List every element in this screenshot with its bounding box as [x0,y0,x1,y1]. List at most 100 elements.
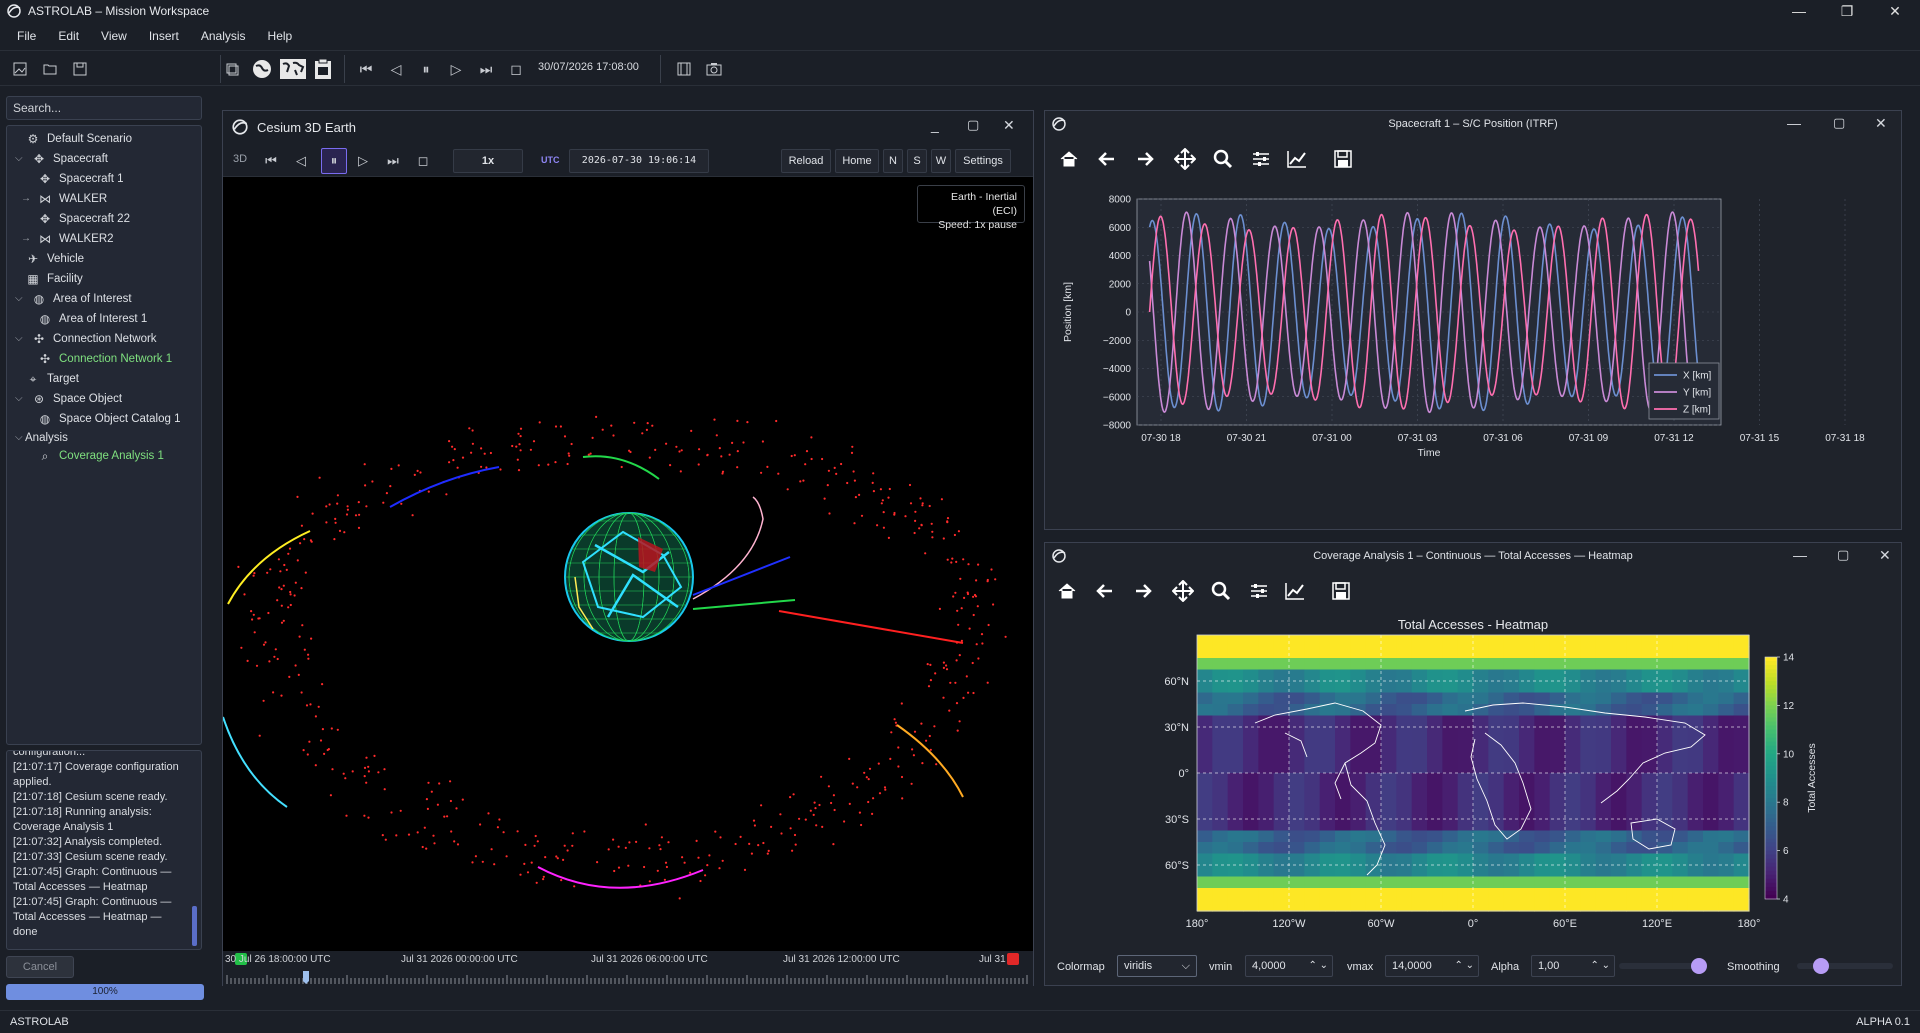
chevron-right-icon[interactable]: → [21,229,31,249]
minimize-icon[interactable]: — [1793,547,1807,563]
pause-icon[interactable]: ⏸ [321,148,347,174]
tree-item-area-of-interest[interactable]: ⌵ ◍ Area of Interest [15,289,132,309]
tree-item-area-of-interest-1[interactable]: ◍ Area of Interest 1 [37,309,147,329]
log-scrollbar[interactable] [192,906,197,946]
close-button[interactable]: ✕ [1872,0,1918,22]
step-back-icon[interactable]: ◁ [291,151,311,171]
stop-icon[interactable]: ◻ [506,59,526,79]
menu-analysis[interactable]: Analysis [190,22,257,50]
reload-button[interactable]: Reload [781,149,831,173]
pause-icon[interactable]: ⏸ [416,59,436,79]
film-icon[interactable] [674,59,694,79]
chevron-down-icon[interactable]: ⌵ [15,389,23,409]
mode-3d-label[interactable]: 3D [233,153,247,165]
layers-icon[interactable] [222,59,242,79]
step-back-icon[interactable]: ◁ [386,59,406,79]
chevron-down-icon[interactable]: ⌵ [15,329,23,349]
tree-item-facility[interactable]: ▦ Facility [25,269,82,289]
line-chart-icon[interactable] [1283,579,1307,603]
chevron-down-icon[interactable]: ⌵ [15,428,23,448]
zoom-icon[interactable] [1209,579,1233,603]
new-image-icon[interactable] [10,59,30,79]
maximize-icon[interactable]: ▢ [1837,547,1849,563]
maximize-icon[interactable]: ▢ [967,117,979,133]
datetime-field[interactable]: 2026-07-30 19:06:14 [569,149,709,173]
tree-item-default-scenario[interactable]: ⚙ Default Scenario [25,129,132,149]
search-input[interactable]: Search... [6,96,202,120]
save-icon[interactable] [70,59,90,79]
vmin-spinbox[interactable]: 4,0000 ⌃ ⌄ [1245,955,1333,977]
maximize-icon[interactable]: ▢ [1833,115,1845,131]
menu-insert[interactable]: Insert [138,22,190,50]
tree-item-target[interactable]: ⌖ Target [25,369,79,389]
alpha-slider[interactable] [1619,958,1707,974]
tree-item-spacecraft[interactable]: ⌵ ✥ Spacecraft [15,149,108,169]
skip-back-icon[interactable]: ⏮ [261,151,281,171]
home-icon[interactable] [1055,579,1079,603]
minimize-button[interactable]: — [1776,0,1822,22]
minimize-icon[interactable]: _ [931,117,939,133]
forward-arrow-icon[interactable] [1131,579,1155,603]
stop-icon[interactable]: ◻ [413,151,433,171]
save-figure-icon[interactable] [1329,579,1353,603]
speed-select[interactable]: 1x [453,149,523,173]
tree-item-walker2[interactable]: → ⋈ WALKER2 [21,229,114,249]
tree-item-analysis[interactable]: ⌵ Analysis [15,428,68,448]
south-button[interactable]: S [907,149,927,173]
skip-back-icon[interactable]: ⏮ [356,59,376,79]
maximize-button[interactable]: ❐ [1824,0,1870,22]
save-figure-icon[interactable] [1331,147,1355,171]
fast-forward-icon[interactable]: ⏭ [383,151,403,171]
fast-forward-icon[interactable]: ⏭ [476,59,496,79]
west-button[interactable]: W [931,149,951,173]
camera-icon[interactable] [704,59,724,79]
coverage-heatmap[interactable]: Total Accesses - Heatmap 180° 120°W 60°W 0° 6… [1045,613,1901,933]
open-folder-icon[interactable] [40,59,60,79]
close-icon[interactable]: ✕ [1003,117,1015,134]
home-icon[interactable] [1057,147,1081,171]
cesium-scene[interactable] [223,177,1033,951]
close-icon[interactable]: ✕ [1875,115,1887,132]
earth-globe[interactable] [564,512,694,642]
colormap-select[interactable]: viridis ⌵ [1117,955,1197,977]
configure-icon[interactable] [1247,579,1271,603]
chevron-down-icon[interactable]: ⌵ [15,289,23,309]
zoom-icon[interactable] [1211,147,1235,171]
back-arrow-icon[interactable] [1093,579,1117,603]
north-button[interactable]: N [883,149,903,173]
chevron-down-icon[interactable]: ⌵ [15,149,23,169]
clipboard-icon[interactable] [312,57,334,81]
tree-item-space-object-catalog-1[interactable]: ◍ Space Object Catalog 1 [37,409,181,429]
tree-item-connection-network[interactable]: ⌵ ✣ Connection Network [15,329,157,349]
settings-button[interactable]: Settings [955,149,1011,173]
spin-arrows-icon[interactable]: ⌃ ⌄ [1308,956,1328,976]
smoothing-slider-handle[interactable] [1813,958,1829,974]
menu-view[interactable]: View [90,22,138,50]
tree-item-connection-network-1[interactable]: ✣ Connection Network 1 [37,349,172,369]
forward-arrow-icon[interactable] [1133,147,1157,171]
timeline-bar[interactable]: 30 Jul 26 18:00:00 UTC Jul 31 2026 00:00… [223,951,1033,987]
line-chart-icon[interactable] [1285,147,1309,171]
tree-item-space-object[interactable]: ⌵ ⊛ Space Object [15,389,122,409]
vmax-spinbox[interactable]: 14,0000 ⌃ ⌄ [1385,955,1479,977]
chevron-right-icon[interactable]: → [21,189,31,209]
alpha-spinbox[interactable]: 1,00 ⌃ ⌄ [1531,955,1615,977]
globe-view-icon[interactable] [250,57,274,81]
configure-icon[interactable] [1249,147,1273,171]
pan-icon[interactable] [1173,147,1197,171]
spin-arrows-icon[interactable]: ⌃ ⌄ [1590,956,1610,976]
menu-file[interactable]: File [6,22,47,50]
smoothing-slider[interactable] [1797,958,1893,974]
tree-item-spacecraft-1[interactable]: ✥ Spacecraft 1 [37,169,124,189]
play-icon[interactable]: ▷ [353,151,373,171]
world-map-icon[interactable] [278,57,308,81]
tree-item-coverage-analysis-1[interactable]: ⌕ Coverage Analysis 1 [37,446,164,466]
tree-item-walker[interactable]: → ⋈ WALKER [21,189,107,209]
tree-item-spacecraft-22[interactable]: ✥ Spacecraft 22 [37,209,130,229]
spin-arrows-icon[interactable]: ⌃ ⌄ [1454,956,1474,976]
play-icon[interactable]: ▷ [446,59,466,79]
close-icon[interactable]: ✕ [1879,547,1891,564]
pan-icon[interactable] [1171,579,1195,603]
home-button[interactable]: Home [835,149,879,173]
alpha-slider-handle[interactable] [1691,958,1707,974]
